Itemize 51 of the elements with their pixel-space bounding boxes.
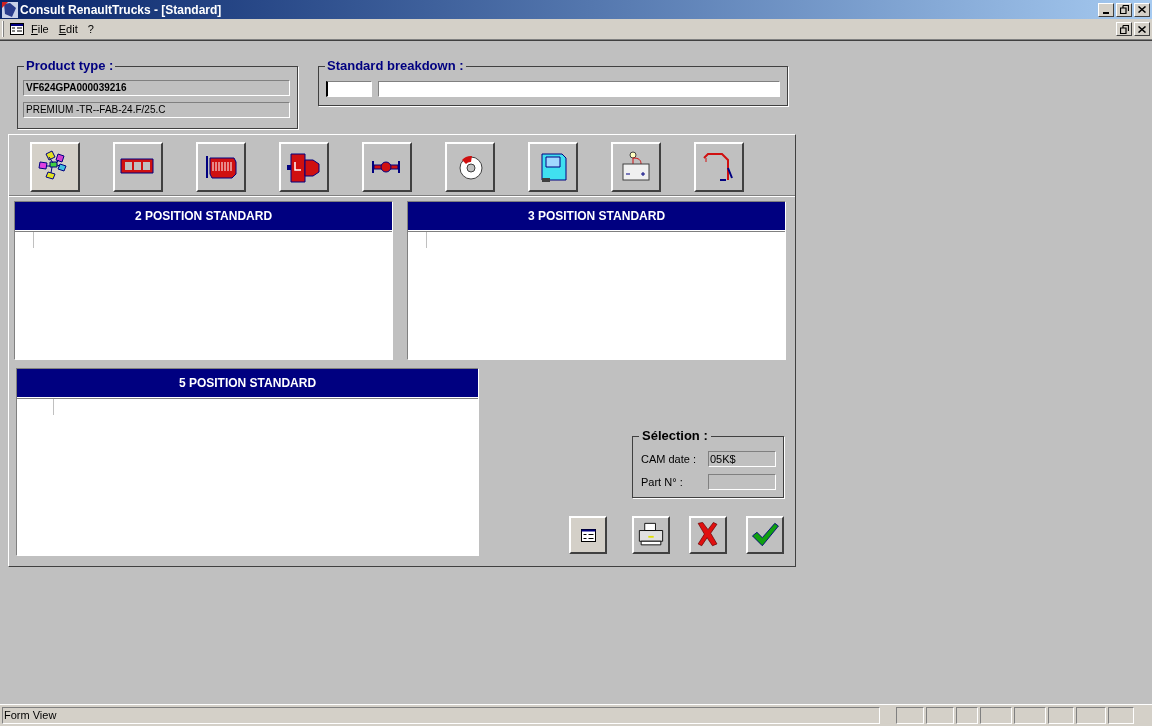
close-button[interactable] [1134, 2, 1150, 17]
status-pane [1014, 707, 1046, 724]
category-button[interactable] [30, 142, 80, 192]
menu-item[interactable]: ? [82, 20, 99, 38]
status-pane [1076, 707, 1106, 724]
category-button[interactable] [362, 142, 412, 192]
restore-button[interactable] [1116, 22, 1132, 36]
status-pane [980, 707, 1012, 724]
minimize-button[interactable] [1098, 2, 1114, 17]
list-header: 2 POSITION STANDARD [15, 202, 392, 231]
form-icon [580, 528, 596, 542]
category-button[interactable] [528, 142, 578, 192]
category-button[interactable] [694, 142, 744, 192]
menu-item[interactable]: File [26, 20, 54, 38]
form-button[interactable] [569, 516, 607, 554]
form-icon[interactable] [10, 23, 24, 35]
status-text: Form View [2, 707, 880, 724]
status-pane [926, 707, 954, 724]
breakdown-name-field[interactable] [378, 81, 780, 97]
category-button[interactable] [445, 142, 495, 192]
menu-item[interactable]: Edit [53, 20, 83, 38]
product-model-field: PREMIUM -TR--FAB-24.F/25.C [23, 102, 290, 118]
list-header: 5 POSITION STANDARD [17, 369, 478, 398]
group-title: Product type : [24, 58, 116, 74]
category-button[interactable] [113, 142, 163, 192]
minimize-icon [1103, 11, 1109, 14]
status-pane [956, 707, 978, 724]
product-code-field: VF624GPA000039216 [23, 80, 290, 96]
restore-icon [1119, 24, 1129, 34]
close-icon [1138, 6, 1146, 13]
value-field: 05K$ [708, 451, 776, 468]
status-pane [1108, 707, 1134, 724]
category-button[interactable] [279, 142, 329, 192]
window-title: Consult RenaultTrucks - [Standard] [20, 1, 222, 19]
cancel-button[interactable] [689, 516, 727, 554]
restore-button[interactable] [1116, 2, 1132, 17]
close-button[interactable] [1134, 22, 1150, 36]
breakdown-code-field[interactable] [326, 81, 372, 97]
print-button[interactable] [632, 516, 670, 554]
status-pane [896, 707, 924, 724]
field-label: Part N° : [641, 474, 684, 490]
value-field [708, 473, 776, 490]
status-pane [1048, 707, 1074, 724]
list-header: 3 POSITION STANDARD [408, 202, 785, 231]
category-button[interactable] [196, 142, 246, 192]
category-button[interactable] [611, 142, 661, 192]
close-icon [1138, 25, 1146, 33]
ok-button[interactable] [746, 516, 784, 554]
field-label: CAM date : [641, 452, 698, 467]
app-icon [2, 1, 18, 18]
restore-icon [1119, 5, 1129, 14]
